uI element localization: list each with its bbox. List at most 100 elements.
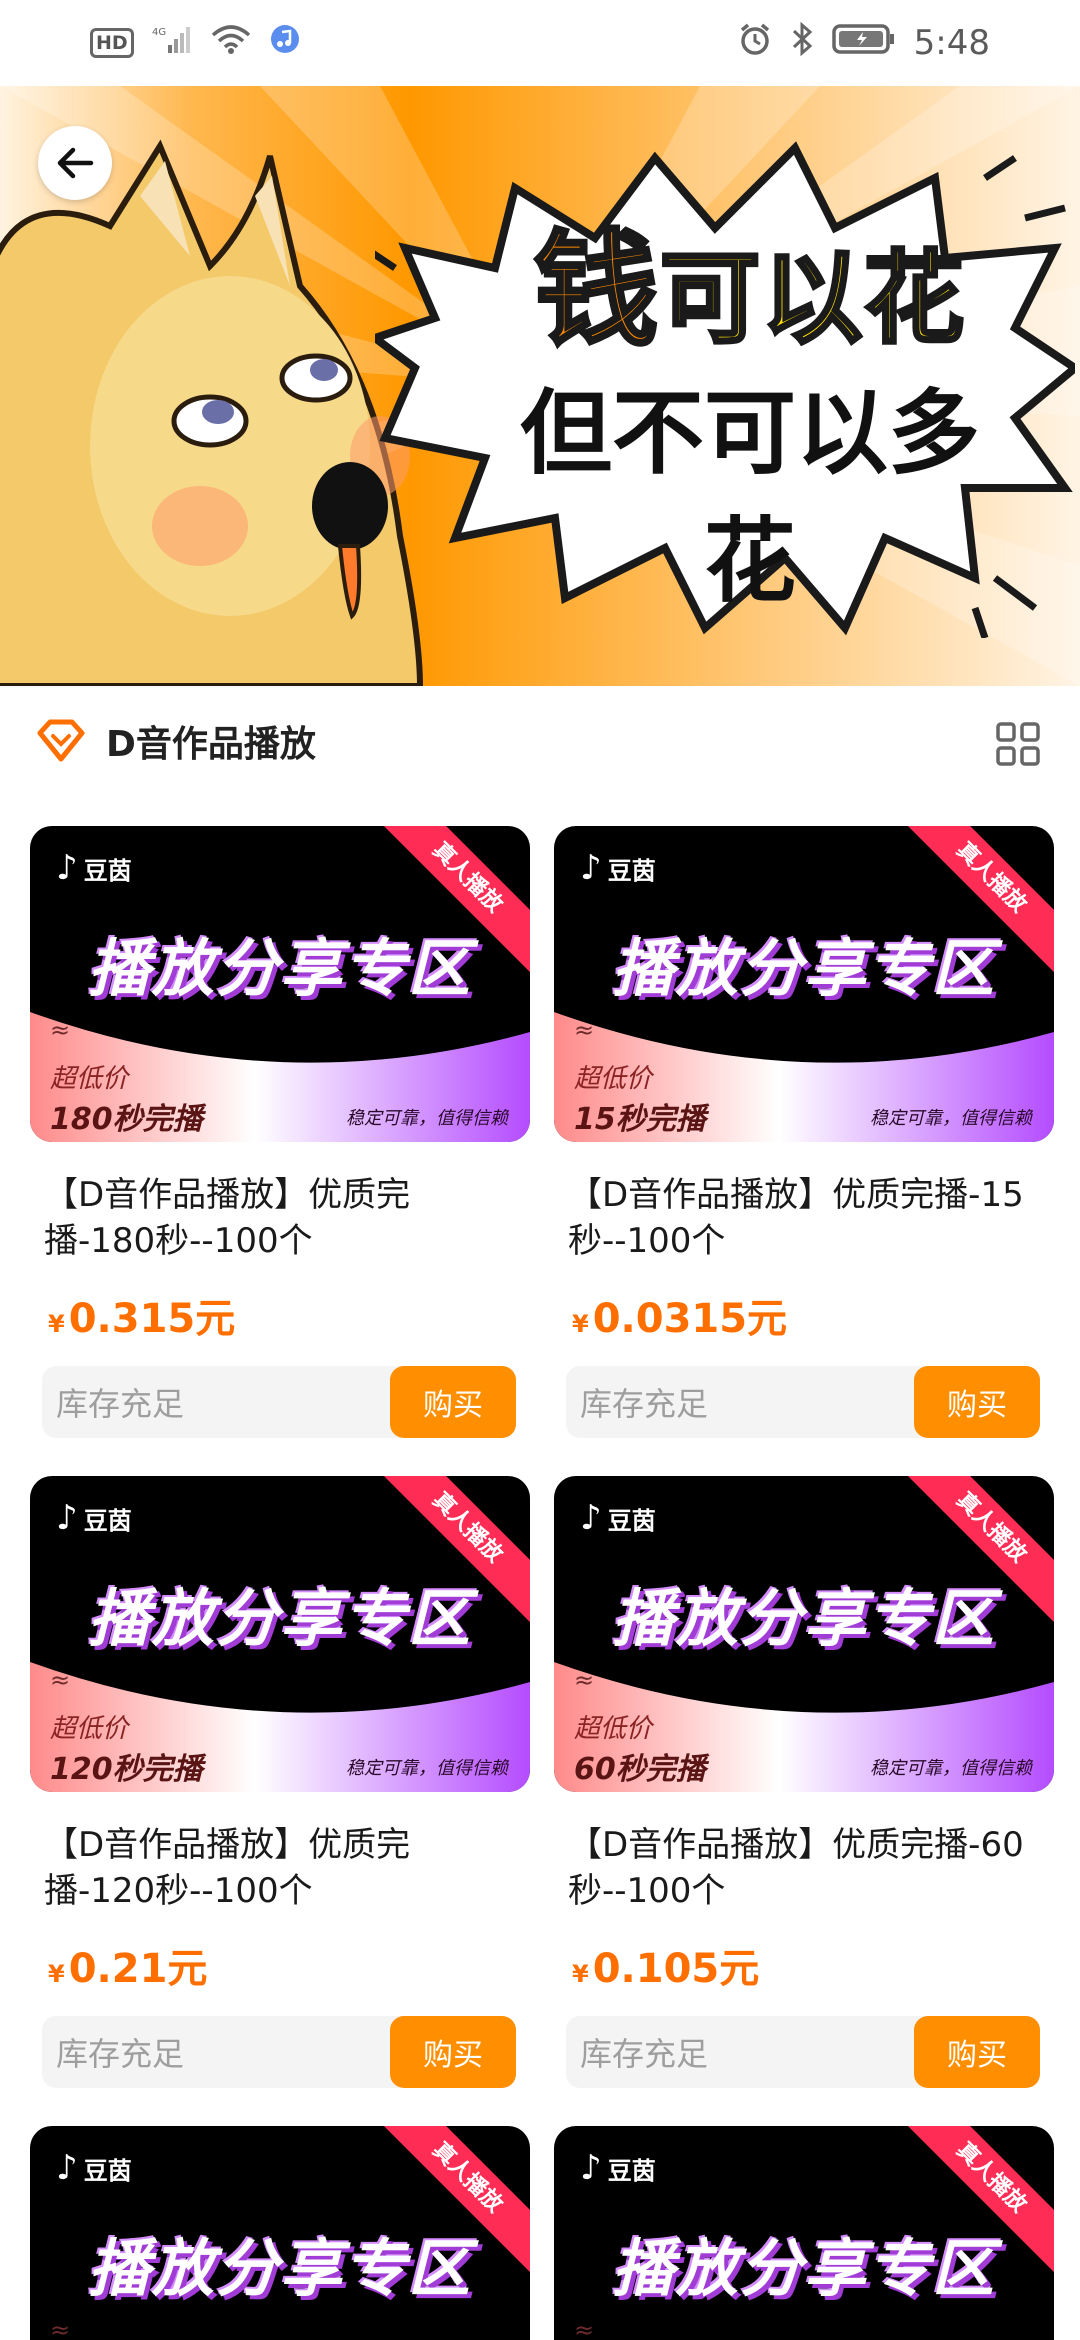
trust-label: 稳定可靠，值得信赖 xyxy=(346,1108,508,1129)
music-note-icon: ♪ xyxy=(580,848,602,888)
product-price: ¥0.315元 xyxy=(30,1286,530,1344)
product-card[interactable]: ♪ 豆茵 真人播放 播放分享专区 ≈ xyxy=(30,2126,530,2340)
brand-name: 豆茵 xyxy=(83,2156,132,2185)
product-title[interactable]: 【D音作品播放】优质完播-120秒--100个 xyxy=(30,1822,530,1914)
brand-logo: ♪ 豆茵 xyxy=(580,848,656,888)
brand-logo: ♪ 豆茵 xyxy=(56,2148,132,2188)
music-note-icon: ♪ xyxy=(56,1498,78,1538)
alarm-icon xyxy=(738,22,772,65)
approx-symbol: ≈ xyxy=(574,2316,595,2340)
brand-name: 豆茵 xyxy=(607,1506,656,1535)
wifi-icon xyxy=(210,23,252,64)
brand-logo: ♪ 豆茵 xyxy=(580,1498,656,1538)
brand-name: 豆茵 xyxy=(607,2156,656,2185)
stock-row: 库存充足 购买 xyxy=(42,2016,516,2088)
network-type: 4G xyxy=(152,27,166,38)
stock-row: 库存充足 购买 xyxy=(566,2016,1040,2088)
headline-can-spend: 可以花 xyxy=(658,238,966,359)
brand-name: 豆茵 xyxy=(83,856,132,885)
music-note-icon: ♪ xyxy=(580,1498,602,1538)
app-screen: HD 4G 5:48 钱可以花 但不可以多花 D音作品播放 ♪ 豆茵 真人播放 … xyxy=(0,0,1080,2340)
product-card[interactable]: ♪ 豆茵 真人播放 播放分享专区 ≈ 超低价 60秒完播 稳定可靠，值得信赖 【D… xyxy=(554,1476,1054,2088)
approx-symbol: ≈ xyxy=(50,1666,71,1694)
music-note-icon: ♪ xyxy=(580,2148,602,2188)
low-price-label: 超低价 xyxy=(50,1714,129,1744)
back-button[interactable] xyxy=(38,126,112,200)
signal-icon: 4G xyxy=(152,25,192,61)
product-title[interactable]: 【D音作品播放】优质完播-15秒--100个 xyxy=(554,1172,1054,1264)
arrow-left-icon xyxy=(57,147,94,179)
banner-headline: 钱可以花 但不可以多花 xyxy=(490,224,1010,626)
stock-row: 库存充足 购买 xyxy=(42,1366,516,1438)
section-header: D音作品播放 xyxy=(0,686,1080,796)
stock-status: 库存充足 xyxy=(56,1385,185,1423)
bluetooth-icon xyxy=(790,21,814,65)
product-card[interactable]: ♪ 豆茵 真人播放 播放分享专区 ≈ xyxy=(554,2126,1054,2340)
low-price-label: 超低价 xyxy=(574,1714,653,1744)
section-title: D音作品播放 xyxy=(106,724,316,765)
hd-badge: HD xyxy=(90,28,134,58)
battery-icon xyxy=(831,23,896,64)
product-title[interactable]: 【D音作品播放】优质完播-180秒--100个 xyxy=(30,1172,530,1264)
trust-label: 稳定可靠，值得信赖 xyxy=(870,1758,1032,1779)
product-thumbnail[interactable]: ♪ 豆茵 真人播放 播放分享专区 ≈ 超低价 60秒完播 稳定可靠，值得信赖 xyxy=(554,1476,1054,1792)
approx-symbol: ≈ xyxy=(50,1016,71,1044)
product-thumbnail[interactable]: ♪ 豆茵 真人播放 播放分享专区 ≈ 超低价 120秒完播 稳定可靠，值得信赖 xyxy=(30,1476,530,1792)
thumb-heading: 播放分享专区 xyxy=(87,2232,472,2305)
stock-status: 库存充足 xyxy=(580,2035,709,2073)
duration-label: 180秒完播 xyxy=(50,1102,203,1137)
brand-name: 豆茵 xyxy=(83,1506,132,1535)
brand-logo: ♪ 豆茵 xyxy=(56,848,132,888)
stock-status: 库存充足 xyxy=(56,2035,185,2073)
buy-button[interactable]: 购买 xyxy=(914,2016,1040,2088)
duration-label: 120秒完播 xyxy=(50,1752,203,1787)
brand-name: 豆茵 xyxy=(607,856,656,885)
product-thumbnail[interactable]: ♪ 豆茵 真人播放 播放分享专区 ≈ 超低价 180秒完播 稳定可靠，值得信赖 xyxy=(30,826,530,1142)
music-note-icon: ♪ xyxy=(56,848,78,888)
buy-button[interactable]: 购买 xyxy=(390,1366,516,1438)
product-thumbnail[interactable]: ♪ 豆茵 真人播放 播放分享专区 ≈ 超低价 15秒完播 稳定可靠，值得信赖 xyxy=(554,826,1054,1142)
product-price: ¥0.105元 xyxy=(554,1936,1054,1994)
approx-symbol: ≈ xyxy=(574,1016,595,1044)
product-card[interactable]: ♪ 豆茵 真人播放 播放分享专区 ≈ 超低价 120秒完播 稳定可靠，值得信赖 【… xyxy=(30,1476,530,2088)
price-value: 0.21元 xyxy=(68,1946,208,1992)
headline-line2: 但不可以多花 xyxy=(519,380,980,615)
brand-logo: ♪ 豆茵 xyxy=(580,2148,656,2188)
low-price-label: 超低价 xyxy=(574,1064,653,1094)
approx-symbol: ≈ xyxy=(50,2316,71,2340)
product-thumbnail[interactable]: ♪ 豆茵 真人播放 播放分享专区 ≈ xyxy=(554,2126,1054,2340)
buy-button[interactable]: 购买 xyxy=(914,1366,1040,1438)
yen-sign: ¥ xyxy=(48,1960,65,1988)
product-thumbnail[interactable]: ♪ 豆茵 真人播放 播放分享专区 ≈ xyxy=(30,2126,530,2340)
yen-sign: ¥ xyxy=(572,1310,589,1338)
trust-label: 稳定可靠，值得信赖 xyxy=(870,1108,1032,1129)
grid-view-icon[interactable] xyxy=(996,722,1040,766)
music-note-icon: ♪ xyxy=(56,2148,78,2188)
yen-sign: ¥ xyxy=(572,1960,589,1988)
low-price-label: 超低价 xyxy=(50,1064,129,1094)
status-bar: HD 4G 5:48 xyxy=(0,0,1080,86)
stock-row: 库存充足 购买 xyxy=(566,1366,1040,1438)
clock-time: 5:48 xyxy=(913,23,990,63)
price-value: 0.105元 xyxy=(592,1946,760,1992)
brand-logo: ♪ 豆茵 xyxy=(56,1498,132,1538)
trust-label: 稳定可靠，值得信赖 xyxy=(346,1758,508,1779)
buy-button[interactable]: 购买 xyxy=(390,2016,516,2088)
approx-symbol: ≈ xyxy=(574,1666,595,1694)
product-price: ¥0.21元 xyxy=(30,1936,530,1994)
headline-word-money: 钱 xyxy=(532,219,660,363)
yen-sign: ¥ xyxy=(48,1310,65,1338)
duration-label: 60秒完播 xyxy=(574,1752,706,1787)
product-card[interactable]: ♪ 豆茵 真人播放 播放分享专区 ≈ 超低价 15秒完播 稳定可靠，值得信赖 【D… xyxy=(554,826,1054,1438)
stock-status: 库存充足 xyxy=(580,1385,709,1423)
product-price: ¥0.0315元 xyxy=(554,1286,1054,1344)
product-card[interactable]: ♪ 豆茵 真人播放 播放分享专区 ≈ 超低价 180秒完播 稳定可靠，值得信赖 【… xyxy=(30,826,530,1438)
product-title[interactable]: 【D音作品播放】优质完播-60秒--100个 xyxy=(554,1822,1054,1914)
diamond-icon xyxy=(37,719,85,762)
duration-label: 15秒完播 xyxy=(574,1102,706,1137)
music-icon xyxy=(270,23,300,63)
promo-banner: 钱可以花 但不可以多花 xyxy=(0,86,1080,686)
thumb-heading: 播放分享专区 xyxy=(611,2232,996,2305)
price-value: 0.315元 xyxy=(68,1296,236,1342)
price-value: 0.0315元 xyxy=(592,1296,788,1342)
